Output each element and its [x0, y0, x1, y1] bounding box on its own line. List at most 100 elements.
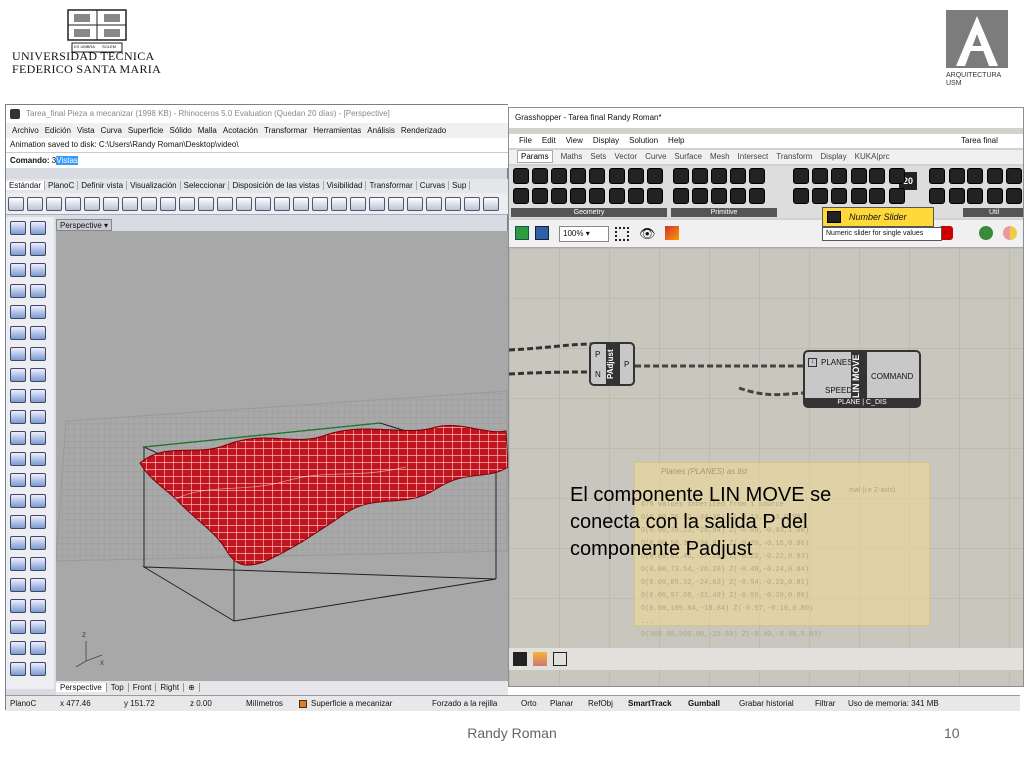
- gh-component-icon[interactable]: [987, 168, 1003, 184]
- gh-tab[interactable]: Maths: [561, 152, 583, 161]
- add-tab-icon[interactable]: ⊕: [184, 683, 200, 692]
- chevron-down-icon[interactable]: ▾: [104, 221, 108, 230]
- status-cplane[interactable]: PlanoC: [10, 696, 36, 712]
- gh-component-icon[interactable]: [628, 168, 644, 184]
- toolbar-tool-icon[interactable]: [141, 197, 157, 211]
- gh-tab[interactable]: Intersect: [738, 152, 769, 161]
- select-icon[interactable]: [615, 227, 629, 241]
- gh-canvas[interactable]: P N PAdjust P ↓ PLANES SPEED LIN MOVE CO…: [509, 248, 1023, 686]
- toolbar-tool-icon[interactable]: [65, 197, 81, 211]
- side-tool-icon[interactable]: [10, 662, 26, 676]
- toolbar-tab[interactable]: Disposición de las vistas: [229, 181, 324, 190]
- toolbar-tool-icon[interactable]: [179, 197, 195, 211]
- gh-tab[interactable]: Surface: [674, 152, 702, 161]
- side-tool-icon[interactable]: [30, 326, 46, 340]
- toolbar-tab[interactable]: PlanoC: [45, 181, 79, 190]
- side-tool-icon[interactable]: [10, 326, 26, 340]
- toolbar-tool-icon[interactable]: [407, 197, 423, 211]
- viewport-tab[interactable]: Front: [128, 683, 157, 692]
- gh-tab[interactable]: Mesh: [710, 152, 730, 161]
- gh-component-icon[interactable]: [831, 168, 847, 184]
- gh-component-icon[interactable]: [570, 188, 586, 204]
- side-tool-icon[interactable]: [30, 347, 46, 361]
- toolbar-tool-icon[interactable]: [122, 197, 138, 211]
- gh-component-icon[interactable]: [987, 188, 1003, 204]
- viewport-title[interactable]: Perspective ▾: [56, 219, 112, 231]
- gh-component-icon[interactable]: [711, 168, 727, 184]
- gh-component-icon[interactable]: [929, 168, 945, 184]
- side-tool-icon[interactable]: [30, 599, 46, 613]
- side-tool-icon[interactable]: [30, 494, 46, 508]
- gh-component-icon[interactable]: [730, 188, 746, 204]
- padjust-component[interactable]: P N PAdjust P: [589, 342, 635, 386]
- gh-menu-item[interactable]: Display: [593, 136, 619, 145]
- side-tool-icon[interactable]: [30, 641, 46, 655]
- side-tool-icon[interactable]: [10, 368, 26, 382]
- padjust-output-p[interactable]: P: [624, 360, 629, 369]
- gh-component-icon[interactable]: [532, 188, 548, 204]
- rhino-menu-item[interactable]: Malla: [198, 126, 217, 135]
- side-tool-icon[interactable]: [30, 452, 46, 466]
- side-tool-icon[interactable]: [30, 515, 46, 529]
- toolbar-tool-icon[interactable]: [84, 197, 100, 211]
- status-snap[interactable]: Forzado a la rejilla: [432, 696, 497, 712]
- gh-component-icon[interactable]: [711, 188, 727, 204]
- gh-component-icon[interactable]: [749, 188, 765, 204]
- status-osnap[interactable]: RefObj: [588, 696, 613, 712]
- gh-tab[interactable]: Transform: [776, 152, 812, 161]
- export-icon[interactable]: [553, 652, 567, 666]
- gh-component-icon[interactable]: [889, 188, 905, 204]
- gh-menu-item[interactable]: View: [566, 136, 583, 145]
- side-tool-icon[interactable]: [30, 368, 46, 382]
- padjust-input-n[interactable]: N: [595, 370, 601, 379]
- gh-component-icon[interactable]: [793, 168, 809, 184]
- rhino-menu-item[interactable]: Sólido: [170, 126, 192, 135]
- side-tool-icon[interactable]: [10, 641, 26, 655]
- render-icon[interactable]: [979, 226, 993, 240]
- toolbar-tool-icon[interactable]: [445, 197, 461, 211]
- side-tool-icon[interactable]: [10, 578, 26, 592]
- toolbar-tab[interactable]: Estándar: [6, 181, 46, 190]
- toolbar-tool-icon[interactable]: [46, 197, 62, 211]
- gh-component-icon[interactable]: [851, 168, 867, 184]
- linmove-input-planes[interactable]: PLANES: [821, 358, 853, 367]
- toolbar-tool-icon[interactable]: [255, 197, 271, 211]
- toolbar-tab[interactable]: Curvas: [416, 181, 450, 190]
- status-smarttrack[interactable]: SmartTrack: [628, 696, 672, 712]
- toolbar-tool-icon[interactable]: [274, 197, 290, 211]
- save-file-icon[interactable]: [535, 226, 549, 240]
- rhino-menu-item[interactable]: Vista: [77, 126, 95, 135]
- side-tool-icon[interactable]: [30, 620, 46, 634]
- padjust-input-p[interactable]: P: [595, 350, 600, 359]
- side-tool-icon[interactable]: [10, 242, 26, 256]
- gh-tab[interactable]: Vector: [614, 152, 637, 161]
- status-ortho[interactable]: Orto: [521, 696, 537, 712]
- open-file-icon[interactable]: [515, 226, 529, 240]
- gh-component-icon[interactable]: [692, 168, 708, 184]
- gh-component-icon[interactable]: [513, 168, 529, 184]
- side-tool-icon[interactable]: [30, 557, 46, 571]
- side-tool-icon[interactable]: [10, 221, 26, 235]
- gh-component-icon[interactable]: [589, 168, 605, 184]
- viewport-tab[interactable]: Top: [106, 683, 129, 692]
- gh-component-icon[interactable]: [812, 188, 828, 204]
- gh-component-icon[interactable]: [869, 188, 885, 204]
- rhino-menu-item[interactable]: Archivo: [12, 126, 39, 135]
- viewport-tab[interactable]: Perspective: [56, 683, 107, 692]
- rhino-menu-item[interactable]: Edición: [45, 126, 71, 135]
- status-units[interactable]: Milímetros: [246, 696, 283, 712]
- rhino-menu-item[interactable]: Análisis: [367, 126, 395, 135]
- side-tool-icon[interactable]: [10, 305, 26, 319]
- side-tool-icon[interactable]: [30, 284, 46, 298]
- gh-component-icon[interactable]: [929, 188, 945, 204]
- gh-component-icon[interactable]: [551, 168, 567, 184]
- folder-icon[interactable]: [533, 652, 547, 666]
- side-tool-icon[interactable]: [10, 284, 26, 298]
- gh-component-icon[interactable]: [949, 168, 965, 184]
- gh-menu-item[interactable]: Edit: [542, 136, 556, 145]
- gh-component-icon[interactable]: [967, 188, 983, 204]
- toolbar-tab[interactable]: Transformar: [366, 181, 417, 190]
- gh-component-icon[interactable]: [949, 188, 965, 204]
- toolbar-tool-icon[interactable]: [426, 197, 442, 211]
- side-tool-icon[interactable]: [10, 599, 26, 613]
